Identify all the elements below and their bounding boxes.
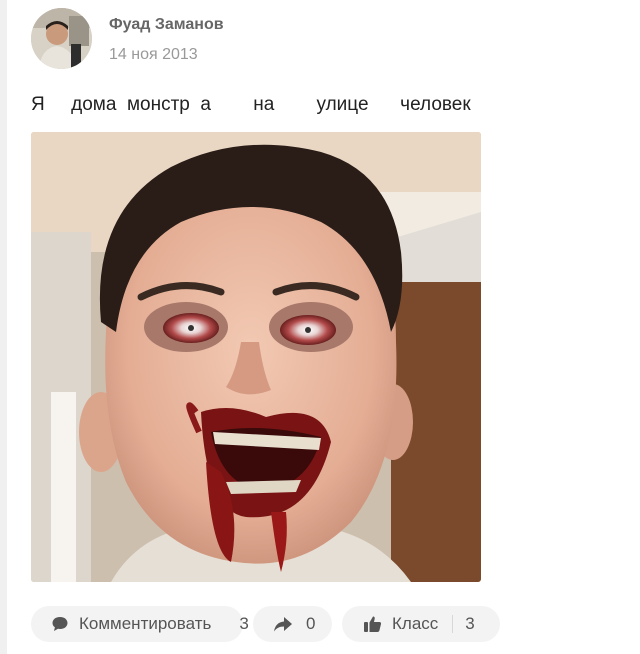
post-date[interactable]: 14 ноя 2013 [109, 46, 224, 64]
left-gutter [0, 0, 7, 654]
like-label: Класс [392, 614, 439, 633]
author-avatar[interactable] [31, 8, 92, 69]
comment-icon [51, 614, 69, 634]
post-meta: Фуад Заманов 14 ноя 2013 [109, 8, 224, 64]
like-count: 3 [465, 614, 475, 633]
comment-label: Комментировать [79, 614, 212, 633]
author-name[interactable]: Фуад Заманов [109, 15, 224, 35]
share-button[interactable]: 0 [253, 606, 332, 642]
share-arrow-icon [273, 614, 293, 634]
post-header: Фуад Заманов 14 ноя 2013 [31, 8, 611, 70]
avatar-image [31, 8, 92, 69]
comment-button[interactable]: Комментировать 3 [31, 606, 249, 642]
comment-count: 3 [239, 614, 249, 633]
thumbs-up-icon [362, 614, 382, 634]
like-divider [452, 615, 454, 633]
share-count: 0 [306, 614, 316, 633]
like-button[interactable]: Класс 3 [342, 606, 500, 642]
post-actions: Комментировать 3 0 Класс 3 [31, 606, 611, 643]
photo-image [31, 132, 481, 582]
feed-post: Фуад Заманов 14 ноя 2013 Я дома монстр а… [31, 8, 611, 643]
post-photo[interactable] [31, 132, 481, 582]
post-text: Я дома монстр а на улице человек [31, 94, 471, 115]
